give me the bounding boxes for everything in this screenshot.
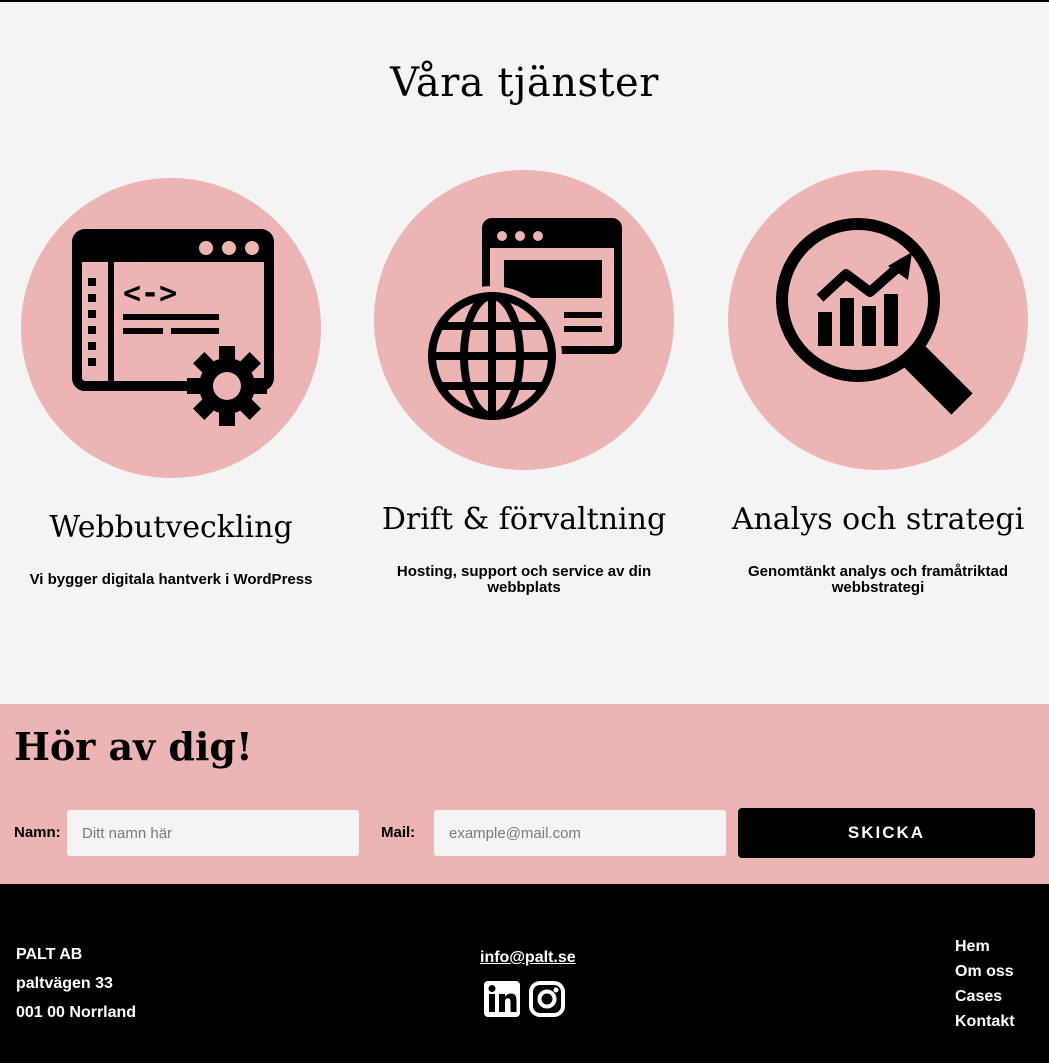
email-link[interactable]: info@palt.se [480,949,576,967]
footer-nav-home[interactable]: Hem [955,938,990,956]
globe-browser-icon [374,170,674,470]
footer-nav-contact[interactable]: Kontakt [955,1013,1015,1031]
email-input[interactable] [434,810,726,856]
service-title: Drift & förvaltning [381,502,667,537]
company-name: PALT AB [16,946,83,963]
contact-title: Hör av dig! [14,724,253,769]
analytics-magnifier-icon [728,170,1028,470]
services-section: Våra tjänster <-> Webbutveckling Vi bygg… [0,2,1049,704]
postal-address: 001 00 Norrland [16,1004,137,1021]
name-input[interactable] [67,810,359,856]
web-development-icon: <-> [21,178,321,478]
service-description: Genomtänkt analys och framåtriktad webbs… [747,563,1009,596]
name-label: Namn: [14,824,61,841]
contact-section: Hör av dig! Namn: Mail: SKICKA [0,704,1049,884]
service-description: Hosting, support och service av din webb… [396,563,652,596]
footer-nav-cases[interactable]: Cases [955,988,1002,1006]
mail-label: Mail: [381,824,416,841]
service-description: Vi bygger digitala hantverk i WordPress [29,571,313,588]
service-title: Webbutveckling [49,510,293,545]
footer: PALT AB paltvägen 33 001 00 Norrland inf… [0,884,1049,1063]
services-title: Våra tjänster [390,60,659,106]
instagram-icon[interactable] [528,980,566,1018]
linkedin-icon[interactable] [483,980,521,1018]
svg-text:<->: <-> [123,276,177,311]
footer-nav-about[interactable]: Om oss [955,963,1014,981]
submit-button[interactable]: SKICKA [738,808,1035,858]
street-address: paltvägen 33 [16,975,113,992]
service-title: Analys och strategi [731,502,1025,537]
